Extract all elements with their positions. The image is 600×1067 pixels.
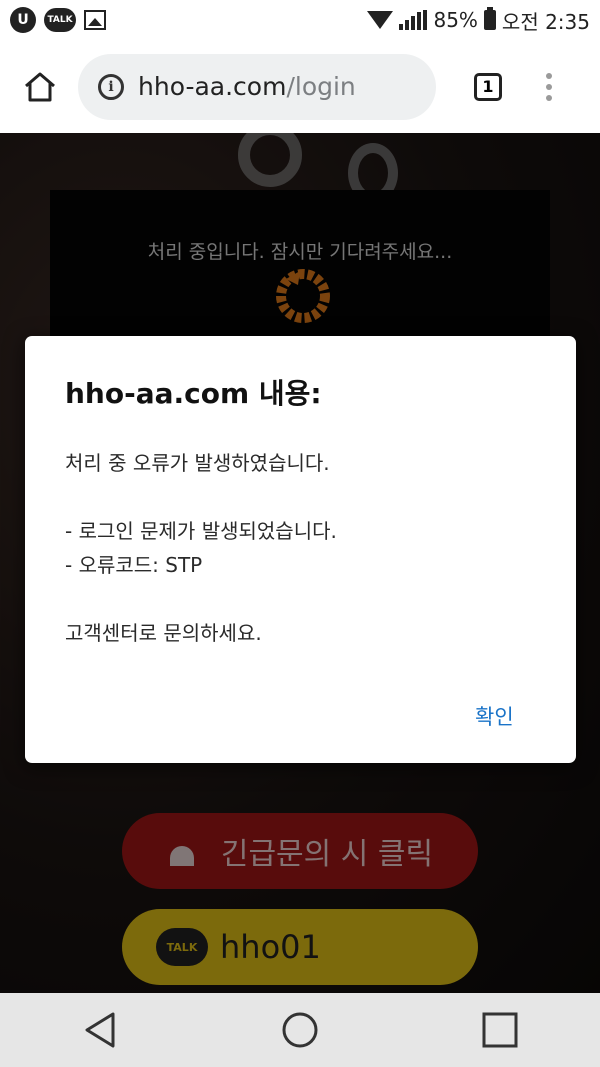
recents-square-icon xyxy=(482,1012,518,1048)
u-app-icon: U xyxy=(10,7,36,33)
home-icon xyxy=(25,72,55,101)
signal-icon xyxy=(399,10,428,30)
dialog-title: hho-aa.com 내용: xyxy=(65,377,322,410)
alert-dialog: hho-aa.com 내용: 처리 중 오류가 발생하였습니다. - 로그인 문… xyxy=(25,336,576,763)
overflow-menu-icon[interactable] xyxy=(546,72,552,101)
back-icon xyxy=(85,1012,115,1048)
recents-button[interactable] xyxy=(465,1000,535,1060)
info-icon[interactable]: i xyxy=(98,73,124,100)
wifi-icon xyxy=(367,11,394,29)
message-line xyxy=(65,480,337,514)
decorative-ring xyxy=(238,133,302,187)
ok-button[interactable]: 확인 xyxy=(475,701,514,731)
kakaotalk-contact-button[interactable]: TALK hho01 xyxy=(122,909,478,985)
message-line xyxy=(65,582,337,616)
back-button[interactable] xyxy=(65,1000,135,1060)
home-circle-icon xyxy=(282,1012,318,1048)
message-line: - 로그인 문제가 발생되었습니다. xyxy=(65,519,337,543)
battery-percent: 85% xyxy=(433,8,478,32)
home-button[interactable] xyxy=(10,57,70,117)
siren-icon xyxy=(167,836,197,866)
loading-text: 처리 중입니다. 잠시만 기다려주세요... xyxy=(147,241,453,263)
message-line: 고객센터로 문의하세요. xyxy=(65,621,262,645)
dialog-message: 처리 중 오류가 발생하였습니다. - 로그인 문제가 발생되었습니다. - 오… xyxy=(65,446,337,650)
navigation-bar xyxy=(0,993,600,1067)
kakaotalk-icon: TALK xyxy=(44,8,76,32)
battery-icon xyxy=(483,7,496,30)
tab-switcher-button[interactable]: 1 xyxy=(474,72,502,101)
loading-spinner-icon xyxy=(276,269,330,323)
image-icon xyxy=(84,10,106,30)
message-line: 처리 중 오류가 발생하였습니다. xyxy=(65,451,330,475)
address-bar[interactable]: i hho-aa.com/login xyxy=(78,53,436,120)
url-text: hho-aa.com/login xyxy=(138,72,356,101)
home-nav-button[interactable] xyxy=(265,1000,335,1060)
message-line: - 오류코드: STP xyxy=(65,553,203,577)
kakaotalk-icon: TALK xyxy=(156,928,208,966)
decorative-ring xyxy=(348,143,398,203)
emergency-contact-button[interactable]: 긴급문의 시 클릭 xyxy=(122,813,478,889)
kakaotalk-id: hho01 xyxy=(220,928,321,966)
emergency-button-label: 긴급문의 시 클릭 xyxy=(220,837,434,872)
clock: 오전 2:35 xyxy=(501,9,590,34)
status-bar: U TALK 85% 오전 2:35 xyxy=(0,0,600,40)
browser-toolbar: i hho-aa.com/login 1 xyxy=(0,40,600,133)
